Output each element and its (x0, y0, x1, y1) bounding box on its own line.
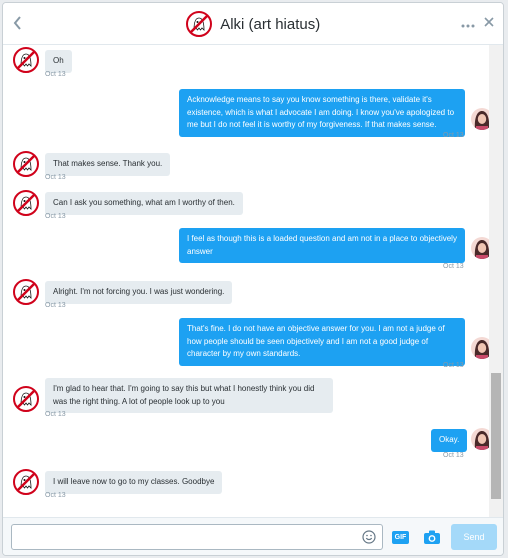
message-bubble-incoming[interactable]: Can I ask you something, what am I worth… (45, 192, 243, 215)
message-row: That's fine. I do not have an objective … (3, 318, 489, 374)
message-timestamp: Oct 13 (443, 263, 464, 270)
ghost-logo-avatar[interactable] (13, 386, 39, 412)
message-timestamp: Oct 13 (443, 452, 464, 459)
message-row: I will leave now to go to my classes. Go… (3, 467, 489, 507)
conversation-header: Alki (art hiatus) (3, 3, 503, 45)
ghost-logo-avatar[interactable] (13, 469, 39, 495)
message-row: Okay. Oct 13 (3, 428, 489, 462)
user-photo-icon (471, 428, 489, 450)
conversation-name: Alki (art hiatus) (220, 15, 321, 33)
message-row: Alright. I'm not forcing you. I was just… (3, 277, 489, 315)
user-photo-icon (471, 108, 489, 130)
message-row: That makes sense. Thank you. Oct 13 (3, 149, 489, 187)
message-bubble-incoming[interactable]: Alright. I'm not forcing you. I was just… (45, 281, 233, 304)
close-button[interactable] (484, 14, 494, 31)
user-avatar[interactable] (471, 108, 489, 130)
message-bubble-outgoing[interactable]: Acknowledge means to say you know someth… (179, 89, 465, 137)
message-bubble-incoming[interactable]: That makes sense. Thank you. (45, 153, 171, 176)
message-timestamp: Oct 13 (443, 132, 464, 139)
message-bubble-incoming[interactable]: I'm glad to hear that. I'm going to say … (45, 378, 333, 413)
message-timestamp: Oct 13 (443, 362, 464, 369)
message-list[interactable]: Oh Oct 13 Acknowledge means to say you k… (3, 45, 489, 521)
dm-conversation-window: Alki (art hiatus) Oh Oct 13 Acknowledge … (2, 2, 504, 556)
message-input[interactable] (11, 524, 383, 550)
more-horizontal-icon (461, 24, 475, 28)
message-row: I'm glad to hear that. I'm going to say … (3, 378, 489, 422)
ghost-logo-avatar[interactable] (13, 190, 39, 216)
message-composer: GIF Send (3, 517, 503, 555)
camera-icon[interactable] (423, 529, 441, 545)
emoji-icon[interactable] (362, 530, 376, 544)
message-bubble-incoming[interactable]: Oh (45, 50, 72, 73)
more-button[interactable] (461, 16, 475, 32)
ghost-logo-avatar[interactable] (185, 11, 212, 37)
ghost-logo-avatar[interactable] (13, 151, 39, 177)
scrollbar-thumb[interactable] (491, 373, 501, 499)
user-avatar[interactable] (471, 428, 489, 450)
gif-button[interactable]: GIF (392, 531, 409, 544)
user-avatar[interactable] (471, 337, 489, 359)
message-timestamp: Oct 13 (45, 213, 66, 220)
message-bubble-incoming[interactable]: I will leave now to go to my classes. Go… (45, 471, 223, 494)
message-timestamp: Oct 13 (45, 492, 66, 499)
scrollbar[interactable] (489, 45, 503, 521)
message-timestamp: Oct 13 (45, 302, 66, 309)
message-bubble-outgoing[interactable]: That's fine. I do not have an objective … (179, 318, 465, 366)
message-row: Oh Oct 13 (3, 45, 489, 85)
message-bubble-outgoing[interactable]: I feel as though this is a loaded questi… (179, 228, 465, 263)
message-timestamp: Oct 13 (45, 71, 66, 78)
ghost-logo-avatar[interactable] (13, 47, 39, 73)
message-bubble-outgoing[interactable]: Okay. (431, 429, 468, 452)
message-timestamp: Oct 13 (45, 411, 66, 418)
ghost-logo-avatar[interactable] (13, 279, 39, 305)
close-icon (484, 17, 494, 27)
user-photo-icon (471, 237, 489, 259)
user-photo-icon (471, 337, 489, 359)
message-row: Acknowledge means to say you know someth… (3, 89, 489, 143)
message-timestamp: Oct 13 (45, 174, 66, 181)
message-row: I feel as though this is a loaded questi… (3, 228, 489, 274)
message-row: Can I ask you something, what am I worth… (3, 188, 489, 226)
conversation-title: Alki (art hiatus) (3, 11, 503, 37)
user-avatar[interactable] (471, 237, 489, 259)
send-button[interactable]: Send (451, 524, 497, 550)
